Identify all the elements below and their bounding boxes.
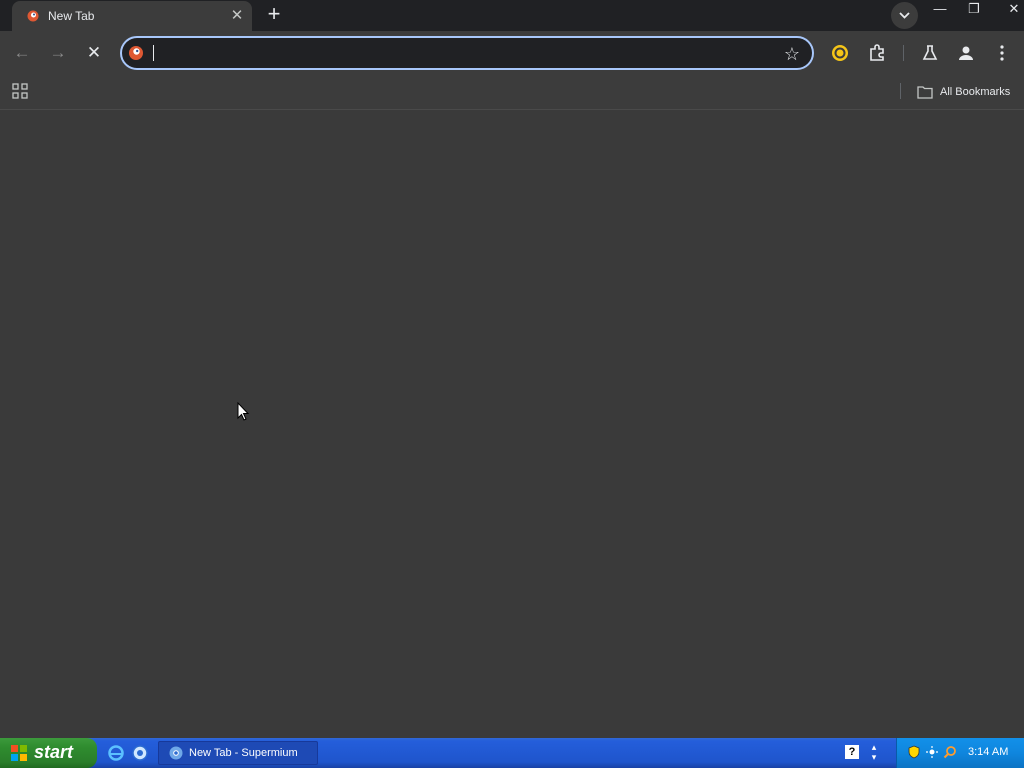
toolbar: ← → ✕ ☆ [0, 31, 1024, 76]
duckduckgo-search-engine-icon [129, 46, 143, 60]
more-menu-icon[interactable] [990, 41, 1014, 65]
apps-grid-icon[interactable] [12, 83, 28, 99]
close-window-button[interactable]: ✕ [997, 0, 1024, 18]
forward-button[interactable]: → [45, 40, 71, 66]
duckduckgo-favicon-icon [27, 10, 39, 22]
all-bookmarks-label: All Bookmarks [940, 86, 1011, 98]
text-caret [153, 45, 154, 61]
tab-title: New Tab [48, 9, 95, 23]
taskbar-item-label: New Tab - Supermium [189, 747, 298, 759]
stop-loading-button[interactable]: ✕ [81, 40, 107, 66]
network-icon[interactable] [925, 745, 939, 759]
bookmark-star-icon[interactable]: ☆ [782, 44, 802, 64]
tab-new-tab[interactable]: New Tab ✕ [12, 1, 252, 31]
bookmarks-bar: All Bookmarks [0, 76, 1024, 110]
minimize-button[interactable]: — [929, 0, 951, 18]
tab-strip: New Tab ✕ + — ❐ ✕ [0, 0, 1024, 31]
taskbar-item-supermium[interactable]: New Tab - Supermium [158, 741, 318, 765]
supermium-icon [169, 746, 183, 760]
show-hidden-icons-button[interactable]: ▴ ▾ [868, 742, 880, 762]
profile-avatar-icon[interactable] [954, 41, 978, 65]
chevron-down-icon [899, 12, 910, 19]
extensions-puzzle-icon[interactable] [865, 41, 889, 65]
system-tray: 3:14 AM [896, 738, 1024, 768]
all-bookmarks-button[interactable]: All Bookmarks [917, 82, 1010, 102]
window-controls: — ❐ ✕ [929, 0, 1024, 20]
mouse-cursor-icon [237, 402, 250, 421]
start-label: start [34, 742, 74, 762]
toolbar-divider [903, 45, 904, 61]
new-tab-button[interactable]: + [262, 3, 286, 27]
start-button[interactable]: start [0, 738, 97, 768]
windows-flag-icon [11, 745, 27, 761]
folder-icon [917, 86, 933, 99]
back-button[interactable]: ← [9, 40, 35, 66]
help-tray-icon[interactable]: ? [845, 745, 859, 759]
internet-explorer-icon[interactable] [107, 744, 125, 762]
address-input[interactable] [152, 43, 752, 63]
address-bar[interactable]: ☆ [120, 36, 814, 70]
page-content[interactable] [0, 110, 1024, 738]
search-tray-icon[interactable] [943, 745, 957, 759]
clock: 3:14 AM [968, 746, 1009, 758]
taskbar: start New Tab - Supermium ? ▴ ▾ 3:14 AM [0, 738, 1024, 768]
tab-close-icon[interactable]: ✕ [227, 6, 247, 26]
browser-quicklaunch-icon[interactable] [131, 744, 149, 762]
security-shield-icon[interactable] [907, 745, 921, 759]
tab-search-button[interactable] [891, 2, 918, 29]
labs-flask-icon[interactable] [918, 41, 942, 65]
restore-button[interactable]: ❐ [963, 0, 985, 18]
extension-coin-icon[interactable] [828, 41, 852, 65]
bookmarks-divider [900, 83, 901, 99]
